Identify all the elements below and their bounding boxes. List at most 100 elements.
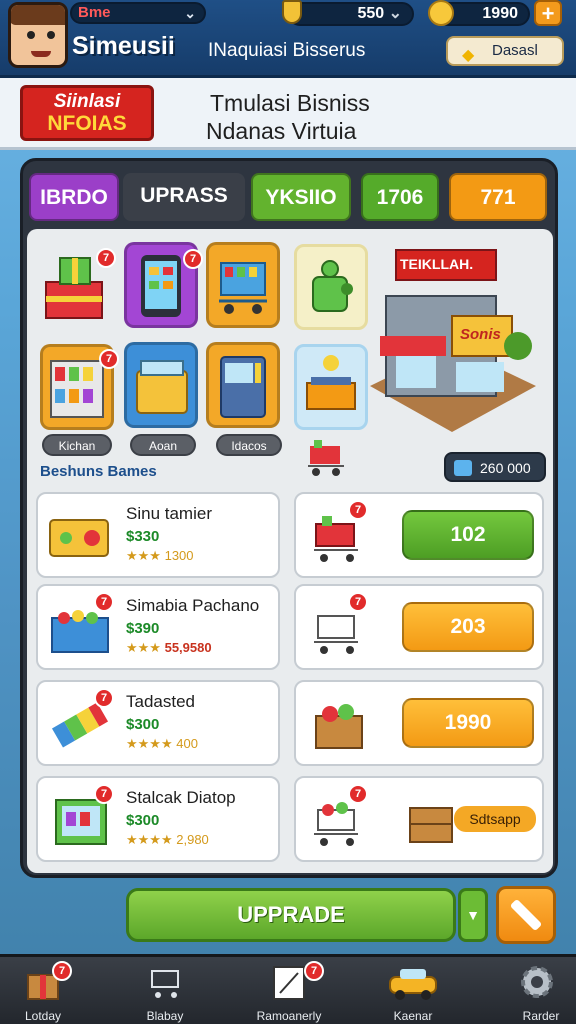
fire-hydrant-icon xyxy=(312,260,353,312)
vending-machine-icon xyxy=(220,356,266,418)
item-card[interactable]: 7 Tadasted $300 ★★★★ 400 xyxy=(36,680,280,766)
tool-button[interactable] xyxy=(496,886,556,944)
wooden-crate-icon xyxy=(409,807,453,843)
coins-value: 1990 xyxy=(482,5,518,22)
item-rating-value: 1300 xyxy=(164,548,194,563)
item-action-card: 7 102 xyxy=(294,492,544,578)
gem-icon: ◆ xyxy=(462,47,475,64)
star-icon: ★★★★ xyxy=(126,736,173,751)
tile-label-aoan: Aoan xyxy=(130,434,196,456)
notification-badge: 7 xyxy=(94,784,114,804)
item-price: $300 xyxy=(126,812,160,829)
item-action-card: 7 Sdtsapp xyxy=(294,776,544,862)
buy-button[interactable]: 102 xyxy=(402,510,534,560)
tile-label-kitchen: Kichan xyxy=(42,434,112,456)
item-card[interactable]: Sinu tamier $330 ★★★ 1300 xyxy=(36,492,280,578)
upgrade-dropdown-button[interactable]: ▼ xyxy=(458,888,488,942)
store-sign: TEIKLLAH. xyxy=(400,256,474,272)
star-icon: ★★★ xyxy=(126,640,161,655)
bonus-label: Dasasl xyxy=(492,42,538,59)
nav-item-ramoanerly[interactable]: 7 Ramoanerly xyxy=(234,957,344,1024)
level-value: 550 xyxy=(357,5,385,22)
notification-badge: 7 xyxy=(304,961,324,981)
notification-badge: 7 xyxy=(96,248,116,268)
notification-badge: 7 xyxy=(348,500,368,520)
tab-1[interactable]: UPRASS xyxy=(123,173,245,221)
item-rating-value: 2,980 xyxy=(176,832,209,847)
item-price: $300 xyxy=(126,716,160,733)
small-cart-icon xyxy=(308,440,344,476)
item-rating: ★★★★ 400 xyxy=(126,736,198,752)
notification-badge: 7 xyxy=(99,349,119,369)
item-price: $330 xyxy=(126,528,160,545)
bonus-button[interactable]: ◆ Dasasl xyxy=(446,36,564,66)
notification-badge: 7 xyxy=(52,961,72,981)
header-subtitle: INaquiasi Bisserus xyxy=(208,40,366,61)
shopping-cart-icon xyxy=(151,970,179,998)
buy-button[interactable]: 203 xyxy=(402,602,534,652)
notification-badge: 7 xyxy=(348,592,368,612)
item-action-card: 7 203 xyxy=(294,584,544,670)
store-building-icon xyxy=(370,249,536,432)
nav-label: Kaenar xyxy=(393,1009,433,1023)
reception-desk-icon xyxy=(306,355,356,410)
avatar-eye-left xyxy=(27,31,35,39)
item-rating: ★★★ 55,9580 xyxy=(126,640,212,656)
add-coins-button[interactable]: + xyxy=(534,0,562,26)
chevron-down-icon: ⌄ xyxy=(184,5,196,21)
cart-tile[interactable] xyxy=(206,242,280,328)
store-building[interactable]: TEIKLLAH. Sonis xyxy=(356,246,540,436)
player-avatar[interactable] xyxy=(8,2,68,68)
cube-icon xyxy=(454,460,472,476)
tab-0[interactable]: IBRDO xyxy=(29,173,119,221)
vending-machine-tile[interactable] xyxy=(206,342,280,428)
nav-label: Rarder xyxy=(522,1009,560,1023)
game-logo: Siinlasi NFOIAS xyxy=(20,85,154,141)
grocery-shelf-tile[interactable]: 7 xyxy=(40,344,119,430)
section-title: Beshuns Bames xyxy=(40,463,157,480)
nav-item-rarder[interactable]: Rarder xyxy=(474,957,576,1024)
item-price: $390 xyxy=(126,620,160,637)
avatar-eye-right xyxy=(47,31,55,39)
gear-icon xyxy=(521,966,553,998)
total-value: 260 000 xyxy=(480,460,531,476)
player-name: Bme xyxy=(78,4,111,21)
logo-line1: Siinlasi xyxy=(53,91,121,112)
item-action-card: 1990 xyxy=(294,680,544,766)
tab-4[interactable]: 771 xyxy=(449,173,547,221)
coin-icon xyxy=(428,0,454,26)
star-icon: ★★★ xyxy=(126,548,161,563)
top-bar: Bme ⌄ Simeusii INaquiasi Bisserus 550 ⌄ … xyxy=(0,0,576,78)
produce-box-icon xyxy=(315,704,363,749)
item-card[interactable]: 7 Stalcak Diatop $300 ★★★★ 2,980 xyxy=(36,776,280,862)
nav-item-blabay[interactable]: Blabay xyxy=(110,957,220,1024)
freezer-tile[interactable] xyxy=(124,342,198,428)
tab-3[interactable]: 1706 xyxy=(361,173,439,221)
player-name-pill[interactable]: Bme ⌄ xyxy=(70,2,206,24)
nav-item-lotday[interactable]: 7 Lotday xyxy=(0,957,98,1024)
item-rating-value: 55,9580 xyxy=(164,640,212,655)
appliance-icon xyxy=(49,519,109,557)
nav-item-kaenar[interactable]: Kaenar xyxy=(358,957,468,1024)
shopping-cart-icon xyxy=(219,262,267,314)
notification-badge: 7 xyxy=(94,592,114,612)
hammer-icon xyxy=(510,899,542,931)
upgrade-button[interactable]: UPPRADE xyxy=(126,888,456,942)
tab-2[interactable]: YKSIIO xyxy=(251,173,351,221)
item-rating: ★★★ 1300 xyxy=(126,548,194,564)
gift-boxes-tile[interactable]: 7 xyxy=(40,244,116,330)
avatar-hair xyxy=(11,5,65,25)
item-card[interactable]: 7 Simabia Pachano $390 ★★★ 55,9580 xyxy=(36,584,280,670)
level-pill[interactable]: 550 ⌄ xyxy=(288,2,414,26)
crate-action-button[interactable]: Sdtsapp xyxy=(454,806,536,832)
notification-badge: 7 xyxy=(348,784,368,804)
nav-label: Ramoanerly xyxy=(256,1009,322,1023)
total-value-pill: 260 000 xyxy=(444,452,546,482)
shield-icon xyxy=(282,0,302,24)
item-title: Sinu tamier xyxy=(126,504,212,523)
tile-label-idacos: Idacos xyxy=(216,434,282,456)
buy-button[interactable]: 1990 xyxy=(402,698,534,748)
phone-shop-tile[interactable]: 7 xyxy=(124,242,203,328)
notification-badge: 7 xyxy=(183,249,203,269)
item-rating-value: 400 xyxy=(176,736,198,751)
